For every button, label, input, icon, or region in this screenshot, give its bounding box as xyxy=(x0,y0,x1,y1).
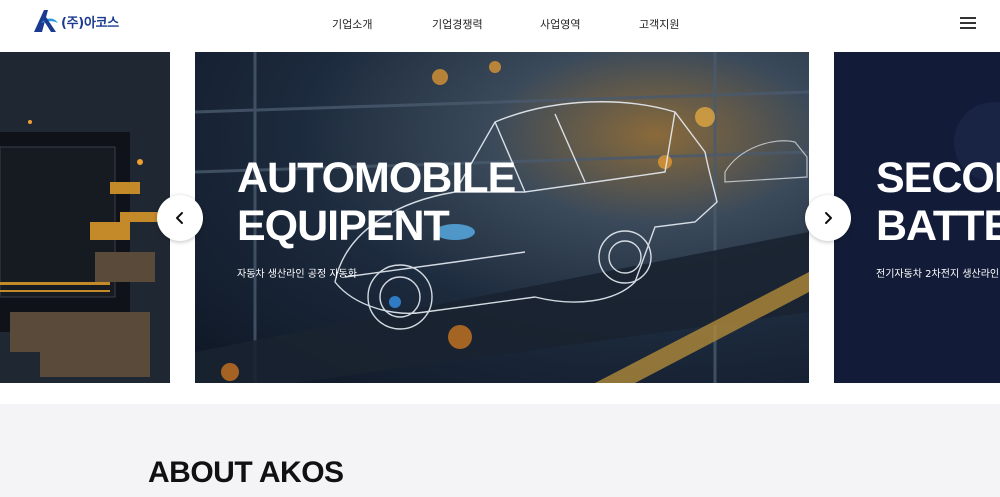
nav-item-competitiveness[interactable]: 기업경쟁력 xyxy=(432,16,483,32)
nav-item-business[interactable]: 사업영역 xyxy=(540,16,580,32)
main-nav: 기업소개 기업경쟁력 사업영역 고객지원 xyxy=(0,0,1000,52)
site-header: (주)아코스 기업소개 기업경쟁력 사업영역 고객지원 xyxy=(0,0,1000,52)
slide-title: AUTOMOBILE EQUIPENT xyxy=(237,154,516,250)
chevron-left-icon xyxy=(176,212,183,224)
chevron-right-icon xyxy=(825,212,832,224)
slide-title-line1: AUTOMOBILE xyxy=(237,154,516,202)
slide-title-next-line2: BATTE xyxy=(876,202,1000,250)
slide-title-next: SECON BATTE xyxy=(876,154,1000,250)
slider-prev-button[interactable] xyxy=(157,195,203,241)
circuit-board-image xyxy=(0,52,170,383)
nav-item-company[interactable]: 기업소개 xyxy=(332,16,372,32)
slide-next[interactable]: SECON BATTE 전기자동차 2차전지 생산라인 xyxy=(834,52,1000,383)
hero-slider: AUTOMOBILE EQUIPENT 자동차 생산라인 공정 자동화 SECO… xyxy=(0,52,1000,383)
hamburger-menu-icon[interactable] xyxy=(960,17,976,29)
about-title: ABOUT AKOS xyxy=(148,456,344,489)
slide-subtitle: 자동차 생산라인 공정 자동화 xyxy=(237,269,357,280)
nav-item-support[interactable]: 고객지원 xyxy=(639,16,679,32)
slide-previous[interactable] xyxy=(0,52,170,383)
slider-next-button[interactable] xyxy=(805,195,851,241)
slide-title-next-line1: SECON xyxy=(876,154,1000,202)
slide-subtitle-next: 전기자동차 2차전지 생산라인 xyxy=(876,269,1000,280)
slide-title-line2: EQUIPENT xyxy=(237,202,450,250)
slide-active[interactable]: AUTOMOBILE EQUIPENT 자동차 생산라인 공정 자동화 xyxy=(195,52,809,383)
about-section: ABOUT AKOS xyxy=(0,404,1000,497)
